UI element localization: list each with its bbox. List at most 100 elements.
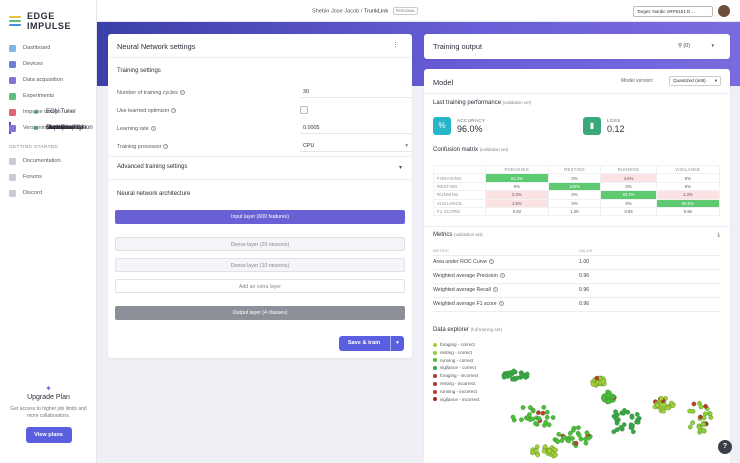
scatter-point[interactable] — [629, 415, 635, 420]
scatter-point[interactable] — [687, 408, 693, 414]
sidebar-item-data-acquisition[interactable]: Data acquisition — [0, 72, 97, 88]
number-of-training-cycles-input[interactable]: 30 — [300, 86, 412, 98]
scatter-point[interactable] — [550, 415, 556, 420]
scatter-point[interactable] — [690, 420, 695, 426]
scatter-point[interactable] — [698, 404, 704, 410]
scatter-point[interactable] — [614, 417, 619, 422]
project-name[interactable]: TrunkLink — [364, 8, 388, 14]
scatter-point[interactable] — [573, 440, 579, 446]
scatter-point[interactable] — [611, 429, 617, 435]
scatter-point[interactable] — [605, 393, 611, 399]
sidebar-item-versioning[interactable]: Versioning — [0, 120, 97, 136]
scatter-point[interactable] — [594, 375, 600, 381]
scatter-point[interactable] — [535, 452, 541, 458]
scatter-point[interactable] — [630, 423, 635, 428]
scatter-point[interactable] — [613, 409, 618, 415]
avatar[interactable] — [718, 5, 730, 17]
scatter-point[interactable] — [590, 381, 596, 387]
scatter-point[interactable] — [635, 419, 641, 425]
scatter-point[interactable] — [546, 422, 552, 428]
output-layer[interactable]: Output layer (4 classes) — [115, 306, 405, 320]
scatter-point[interactable] — [566, 438, 571, 444]
scatter-point[interactable] — [708, 415, 714, 420]
scatter-point[interactable] — [696, 424, 702, 430]
target-device-button[interactable]: Target: Nordic nRF9151 D… — [633, 6, 713, 17]
scatter-point[interactable] — [541, 448, 547, 454]
scatter-point[interactable] — [634, 412, 640, 417]
scatter-point[interactable] — [576, 425, 581, 431]
scatter-point[interactable] — [622, 408, 627, 413]
scatter-point[interactable] — [578, 436, 584, 442]
scatter-point[interactable] — [510, 414, 516, 420]
dense-layer-1[interactable]: Dense layer (20 neurons) — [115, 237, 405, 251]
scatter-point[interactable] — [555, 439, 560, 445]
scatter-point[interactable] — [666, 405, 671, 411]
advanced-training-settings-toggle[interactable]: Advanced training settings — [117, 164, 187, 170]
scatter-point[interactable] — [630, 429, 636, 435]
scatter-point[interactable] — [527, 412, 532, 417]
sidebar-item-documentation[interactable]: Documentation — [0, 153, 97, 169]
chevron-down-icon[interactable]: ▾ — [399, 164, 402, 171]
scatter-point[interactable] — [670, 403, 676, 409]
model-version-select[interactable]: Quantized (int8) ▾ — [669, 76, 721, 86]
scatter-point[interactable] — [502, 373, 508, 379]
scatter-point[interactable] — [524, 371, 530, 377]
scatter-point[interactable] — [533, 448, 539, 453]
scatter-point[interactable] — [600, 379, 606, 385]
scatter-point[interactable] — [507, 373, 513, 378]
info-icon[interactable]: ? — [498, 301, 504, 307]
sidebar-item-experiments[interactable]: Experiments — [0, 88, 97, 104]
scatter-point[interactable] — [530, 416, 536, 422]
info-icon[interactable]: ? — [488, 259, 494, 265]
scatter-point[interactable] — [540, 410, 546, 416]
scatter-point[interactable] — [520, 405, 526, 410]
scatter-point[interactable] — [584, 430, 590, 436]
scatter-point[interactable] — [519, 417, 524, 423]
scatter-point[interactable] — [691, 401, 697, 407]
scatter-point[interactable] — [658, 395, 664, 401]
download-icon[interactable]: ⤓ — [717, 232, 720, 239]
sidebar-item-forums[interactable]: Forums — [0, 169, 97, 185]
scatter-point[interactable] — [701, 427, 706, 433]
chevron-down-icon[interactable]: ▾ — [711, 43, 714, 49]
scatter-point[interactable] — [687, 424, 693, 430]
scatter-point[interactable] — [661, 408, 667, 414]
save-train-label[interactable]: Save & train — [339, 336, 389, 351]
info-icon[interactable]: ? — [499, 273, 505, 279]
scatter-point[interactable] — [606, 399, 612, 405]
scatter-point[interactable] — [536, 410, 541, 416]
scatter-point[interactable] — [586, 435, 591, 441]
info-icon[interactable]: ? — [179, 90, 185, 96]
scatter-point[interactable] — [654, 402, 660, 408]
scatter-point[interactable] — [570, 436, 575, 441]
add-layer-button[interactable]: Add an extra layer — [115, 279, 405, 293]
sidebar-item-dashboard[interactable]: Dashboard — [0, 40, 97, 56]
scatter-point[interactable] — [528, 405, 533, 410]
scatter-point[interactable] — [542, 444, 548, 450]
save-and-train-button[interactable]: Save & train ▾ — [339, 336, 404, 351]
scatter-point[interactable] — [570, 427, 576, 433]
scatter-point[interactable] — [698, 414, 703, 420]
user-name[interactable]: Shebin Jose Jacob — [312, 8, 359, 14]
learning-rate-input[interactable]: 0.0005 — [300, 122, 412, 134]
help-button[interactable]: ? — [718, 440, 732, 454]
scatter-point[interactable] — [601, 395, 607, 401]
scatter-point[interactable] — [553, 447, 558, 453]
view-plans-button[interactable]: View plans — [25, 427, 72, 443]
scatter-point[interactable] — [556, 431, 562, 437]
info-icon[interactable]: ? — [150, 126, 156, 132]
input-layer[interactable]: Input layer (600 features) — [115, 210, 405, 224]
scatter-point[interactable] — [544, 409, 550, 415]
scatter-point[interactable] — [583, 440, 589, 446]
scatter-point[interactable] — [562, 434, 567, 440]
scatter-point[interactable] — [533, 421, 538, 426]
scatter-point[interactable] — [702, 411, 708, 417]
scatter-point[interactable] — [703, 403, 708, 409]
scatter-point[interactable] — [511, 368, 517, 374]
learned-optimizer-checkbox[interactable] — [300, 106, 308, 114]
train-options-dropdown[interactable]: ▾ — [390, 336, 404, 351]
scatter-point[interactable] — [536, 416, 542, 421]
sidebar-item-devices[interactable]: Devices — [0, 56, 97, 72]
scatter-point[interactable] — [547, 448, 553, 454]
scatter-point[interactable] — [510, 376, 515, 382]
